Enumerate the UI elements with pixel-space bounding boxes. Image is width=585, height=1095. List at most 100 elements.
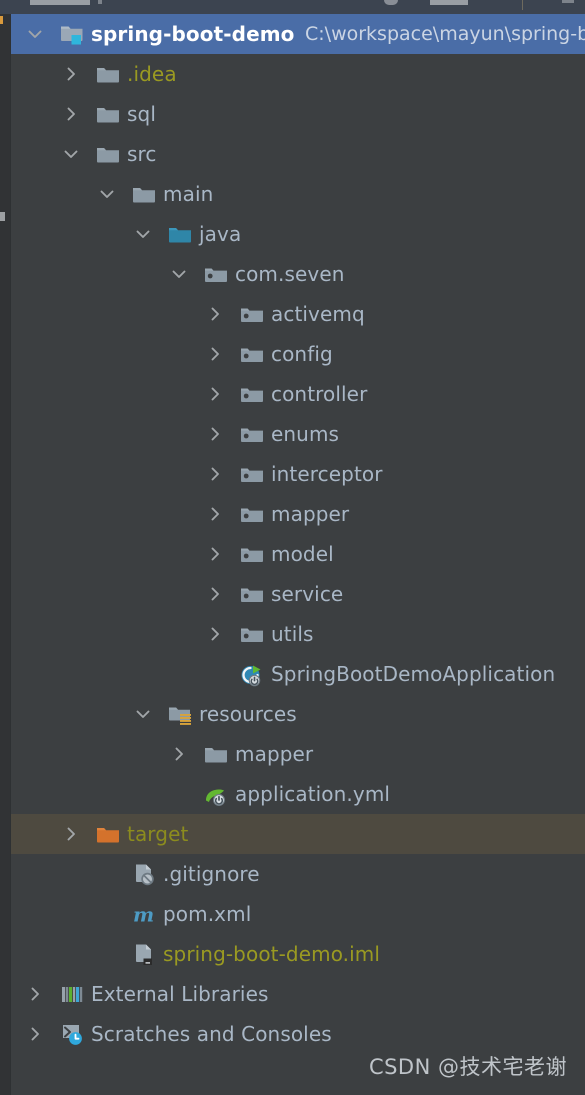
tree-row-interceptor[interactable]: interceptor [11,454,585,494]
toolbar-fragment-4 [430,0,468,5]
chevron-right-icon[interactable] [25,1024,45,1044]
toolbar-fragment-3 [384,0,398,5]
package-icon [239,381,265,407]
package-icon [239,621,265,647]
tree-row-label: target [127,822,189,846]
excluded-folder-icon [95,821,121,847]
tree-row-controller[interactable]: controller [11,374,585,414]
tree-row-label: application.yml [235,782,391,806]
tree-row-gitignore[interactable]: .gitignore [11,854,585,894]
chevron-down-icon[interactable] [169,264,189,284]
package-icon [239,501,265,527]
toolbar-strip [0,0,585,14]
chevron-right-icon[interactable] [25,984,45,1004]
package-icon [239,301,265,327]
chevron-right-icon[interactable] [205,424,225,444]
chevron-right-icon[interactable] [61,824,81,844]
tree-row-label: .gitignore [163,862,260,886]
chevron-down-icon[interactable] [97,184,117,204]
tree-row-label: mapper [271,502,350,526]
tree-row-label: SpringBootDemoApplication [271,662,556,686]
tree-row-label: src [127,142,157,166]
tree-row-target[interactable]: target [11,814,585,854]
tree-row-label: config [271,342,333,366]
iml-module-file-icon [131,941,157,967]
package-icon [239,581,265,607]
tree-row-sql[interactable]: sql [11,94,585,134]
toolbar-fragment-2 [98,0,102,4]
module-icon [59,21,85,47]
tree-row-mapper[interactable]: mapper [11,734,585,774]
tree-row-label: Scratches and Consoles [91,1022,332,1046]
resource-root-folder-icon [167,701,193,727]
chevron-right-icon[interactable] [61,64,81,84]
package-icon [239,341,265,367]
tree-row-application-yml[interactable]: application.yml [11,774,585,814]
folder-icon [95,141,121,167]
spring-boot-class-icon [239,661,265,687]
tree-row-enums[interactable]: enums [11,414,585,454]
tree-row-label: enums [271,422,340,446]
project-tree[interactable]: spring-boot-demo C:\workspace\mayun\sprin… [11,14,585,1095]
toolbar-fragment-5 [562,0,574,3]
tree-row-label: .idea [127,62,177,86]
chevron-right-icon[interactable] [205,344,225,364]
chevron-right-icon[interactable] [205,464,225,484]
chevron-right-icon[interactable] [205,624,225,644]
chevron-right-icon[interactable] [205,384,225,404]
package-icon [203,261,229,287]
chevron-down-icon[interactable] [61,144,81,164]
tree-row-external-libraries[interactable]: External Libraries [11,974,585,1014]
tree-row-mapper[interactable]: mapper [11,494,585,534]
tree-row-label: activemq [271,302,365,326]
maven-pom-icon: m [131,901,157,927]
gitignore-file-icon [131,861,157,887]
toolbar-separator [522,0,523,10]
chevron-right-icon[interactable] [169,744,189,764]
chevron-right-icon[interactable] [205,504,225,524]
tree-row-label: main [163,182,214,206]
tree-row-com-seven[interactable]: com.seven [11,254,585,294]
tree-row-springbootdemoapplication[interactable]: SpringBootDemoApplication [11,654,585,694]
tree-row-service[interactable]: service [11,574,585,614]
tree-row-label: spring-boot-demo.iml [163,942,381,966]
folder-icon [95,101,121,127]
tree-row-label: model [271,542,334,566]
chevron-right-icon[interactable] [205,544,225,564]
chevron-down-icon[interactable] [133,224,153,244]
tree-row-label: resources [199,702,297,726]
project-tool-window: spring-boot-demo C:\workspace\mayun\sprin… [0,0,585,1095]
tree-row-pom-xml[interactable]: m pom.xml [11,894,585,934]
chevron-right-icon[interactable] [205,304,225,324]
tree-row-idea[interactable]: .idea [11,54,585,94]
source-root-folder-icon [167,221,193,247]
tree-row-utils[interactable]: utils [11,614,585,654]
chevron-down-icon[interactable] [133,704,153,724]
tree-row-java[interactable]: java [11,214,585,254]
tree-row-spring-boot-demo-iml[interactable]: spring-boot-demo.iml [11,934,585,974]
tree-row-activemq[interactable]: activemq [11,294,585,334]
tree-row-label: java [199,222,242,246]
svg-text:m: m [133,903,154,927]
folder-icon [131,181,157,207]
tree-row-src[interactable]: src [11,134,585,174]
folder-icon [95,61,121,87]
spring-yaml-icon [203,781,229,807]
chevron-right-icon[interactable] [205,584,225,604]
tree-row-label: pom.xml [163,902,252,926]
package-icon [239,461,265,487]
chevron-down-icon[interactable] [25,24,45,44]
tree-row-label: controller [271,382,368,406]
tree-row-model[interactable]: model [11,534,585,574]
tree-row-label: mapper [235,742,314,766]
tree-row-scratches-and-consoles[interactable]: Scratches and Consoles [11,1014,585,1054]
chevron-right-icon[interactable] [61,104,81,124]
package-icon [239,541,265,567]
stripe-indicator-gray [0,212,5,221]
tree-row-label: service [271,582,344,606]
tree-row-spring-boot-demo[interactable]: spring-boot-demo C:\workspace\mayun\sprin… [11,14,585,54]
tree-row-label: spring-boot-demo [91,22,295,46]
tree-row-main[interactable]: main [11,174,585,214]
tree-row-resources[interactable]: resources [11,694,585,734]
tree-row-config[interactable]: config [11,334,585,374]
